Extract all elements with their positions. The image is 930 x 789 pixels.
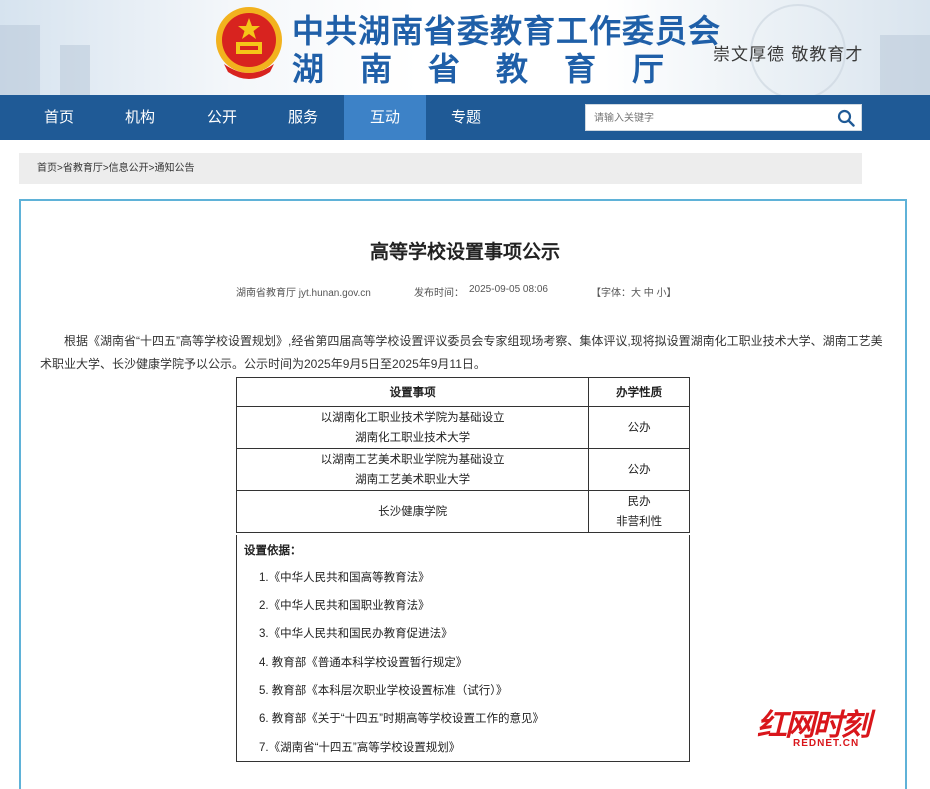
basis-item: 3.《中华人民共和国民办教育促进法》 [259,628,453,640]
basis-item: 1.《中华人民共和国高等教育法》 [259,572,430,584]
article-paragraph: 根据《湖南省“十四五”高等学校设置规划》,经省第四届高等学校设置评议委员会专家组… [40,334,883,371]
table-header: 办学性质 [588,377,690,407]
table-row: 以湖南工艺美术职业学院为基础设立 湖南工艺美术职业大学 公办 [235,448,690,491]
nav-item-topics[interactable]: 专题 [425,95,507,140]
article-title: 高等学校设置事项公示 [369,242,560,263]
establishment-table: 设置事项 办学性质 以湖南化工职业技术学院为基础设立 湖南化工职业技术大学 公办… [235,377,690,533]
site-title-line2: 湖南省教育厅 [292,50,701,88]
table-cell-item: 长沙健康学院 [235,490,590,533]
search-box [585,104,862,131]
cell-line: 湖南工艺美术职业大学 [355,473,471,486]
basis-item: 4. 教育部《普通本科学校设置暂行规定》 [259,657,468,669]
basis-item: 5. 教育部《本科层次职业学校设置标准（试行）》 [259,685,508,697]
nav-item-service[interactable]: 服务 [262,95,344,140]
basis-item: 7.《湖南省“十四五”高等学校设置规划》 [259,742,461,754]
table-cell-item: 以湖南化工职业技术学院为基础设立 湖南化工职业技术大学 [235,406,590,449]
search-icon[interactable] [837,109,855,127]
cell-line: 非营利性 [616,515,663,528]
cell-line: 以湖南化工职业技术学院为基础设立 [320,411,505,424]
cell-line: 以湖南工艺美术职业学院为基础设立 [320,453,505,466]
table-cell-nature: 民办 非营利性 [588,490,690,533]
breadcrumb-bar: 首页>省教育厅>信息公开>通知公告 [19,153,862,184]
cell-line: 公办 [627,463,651,476]
basis-item: 6. 教育部《关于“十四五”时期高等学校设置工作的意见》 [259,713,544,725]
table-cell-item: 以湖南工艺美术职业学院为基础设立 湖南工艺美术职业大学 [235,448,590,491]
nav-item-organization[interactable]: 机构 [99,95,181,140]
table-row: 长沙健康学院 民办 非营利性 [235,490,690,533]
nav-item-home[interactable]: 首页 [18,95,100,140]
national-emblem-logo[interactable] [214,4,284,82]
banner-decoration [880,35,930,95]
font-size-control[interactable]: 【字体：大 中 小】 [591,284,677,299]
table-header-row: 设置事项 办学性质 [235,377,690,407]
cell-line: 民办 [627,495,651,508]
table-row: 以湖南化工职业技术学院为基础设立 湖南化工职业技术大学 公办 [235,406,690,449]
rednet-watermark-logo: 红网时刻 REDNET.CN [757,700,907,755]
publish-label: 发布时间： [414,288,464,299]
table-cell-nature: 公办 [588,406,690,449]
basis-section: 设置依据： 1.《中华人民共和国高等教育法》 2.《中华人民共和国职业教育法》 … [236,535,690,762]
article-source: 湖南省教育厅 jyt.hunan.gov.cn [236,288,371,299]
publish-time: 2025-09-05 08:06 [469,284,548,295]
banner-decoration [0,25,40,95]
nav-item-disclosure[interactable]: 公开 [181,95,263,140]
banner-decoration [60,45,90,95]
breadcrumb[interactable]: 首页>省教育厅>信息公开>通知公告 [37,153,195,184]
cell-line: 长沙健康学院 [378,505,448,518]
table-header: 设置事项 [235,377,590,407]
search-input[interactable] [592,108,836,129]
basis-item: 2.《中华人民共和国职业教育法》 [259,600,430,612]
nav-item-interaction[interactable]: 互动 [344,95,426,140]
basis-title: 设置依据： [244,545,302,557]
cell-line: 公办 [627,421,651,434]
site-motto: 崇文厚德 敬教育才 [713,45,864,65]
cell-line: 湖南化工职业技术大学 [355,431,471,444]
watermark-subtext: REDNET.CN [793,738,860,749]
table-cell-nature: 公办 [588,448,690,491]
